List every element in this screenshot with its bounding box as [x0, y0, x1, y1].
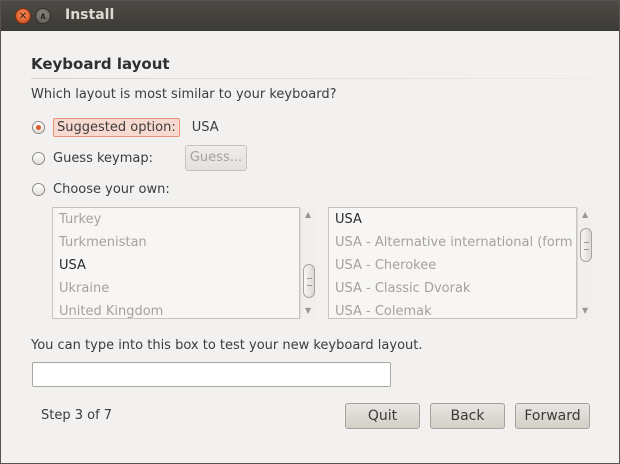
- list-item[interactable]: USA - Cherokee: [329, 254, 576, 277]
- list-item[interactable]: USA - Alternative international (form: [329, 231, 576, 254]
- country-scroll-thumb[interactable]: [303, 264, 315, 298]
- scroll-down-icon[interactable]: ▼: [582, 306, 588, 315]
- title-bar: ✕ ∧ Install: [1, 1, 619, 31]
- suggested-option-radio[interactable]: [32, 120, 45, 134]
- suggested-option-label[interactable]: Suggested option:: [53, 117, 180, 137]
- list-item[interactable]: USA: [53, 254, 299, 277]
- list-item[interactable]: USA - Classic Dvorak: [329, 277, 576, 300]
- variant-list[interactable]: USA USA - Alternative international (for…: [328, 207, 577, 319]
- scroll-up-icon[interactable]: ▲: [305, 210, 311, 219]
- forward-button[interactable]: Forward: [515, 403, 590, 429]
- guess-keymap-label[interactable]: Guess keymap:: [53, 151, 153, 166]
- variant-list-scrollbar[interactable]: ▲ ▼: [577, 208, 593, 318]
- list-item[interactable]: Turkmenistan: [53, 231, 299, 254]
- minimize-icon[interactable]: ∧: [35, 8, 51, 24]
- installer-window: ✕ ∧ Install Keyboard layout Which layout…: [0, 0, 620, 464]
- list-item[interactable]: Turkey: [53, 208, 299, 231]
- layout-question: Which layout is most similar to your key…: [31, 87, 337, 102]
- list-item[interactable]: Ukraine: [53, 277, 299, 300]
- back-button[interactable]: Back: [430, 403, 505, 429]
- scroll-up-icon[interactable]: ▲: [582, 210, 588, 219]
- suggested-option-row[interactable]: Suggested option: USA: [32, 117, 219, 137]
- variant-scroll-thumb[interactable]: [580, 228, 592, 262]
- list-item[interactable]: United Kingdom: [53, 300, 299, 318]
- country-list-scrollbar[interactable]: ▲ ▼: [300, 208, 316, 318]
- suggested-option-value: USA: [191, 119, 219, 135]
- choose-own-label[interactable]: Choose your own:: [53, 182, 170, 197]
- window-title: Install: [65, 7, 115, 23]
- choose-own-row[interactable]: Choose your own:: [32, 179, 170, 199]
- step-indicator: Step 3 of 7: [41, 408, 113, 423]
- guess-keymap-row[interactable]: Guess keymap:: [32, 148, 153, 168]
- country-list[interactable]: Turkey Turkmenistan USA Ukraine United K…: [52, 207, 300, 319]
- heading-divider: [31, 78, 591, 79]
- keyboard-test-input[interactable]: [32, 362, 391, 387]
- list-item[interactable]: USA - Colemak: [329, 300, 576, 318]
- test-box-label: You can type into this box to test your …: [31, 338, 423, 353]
- scroll-down-icon[interactable]: ▼: [305, 306, 311, 315]
- quit-button[interactable]: Quit: [345, 403, 420, 429]
- page-title: Keyboard layout: [31, 55, 170, 73]
- list-item[interactable]: USA: [329, 208, 576, 231]
- guess-keymap-radio[interactable]: [32, 151, 45, 165]
- close-icon[interactable]: ✕: [15, 8, 31, 24]
- guess-button[interactable]: Guess...: [185, 145, 247, 171]
- choose-own-radio[interactable]: [32, 182, 45, 196]
